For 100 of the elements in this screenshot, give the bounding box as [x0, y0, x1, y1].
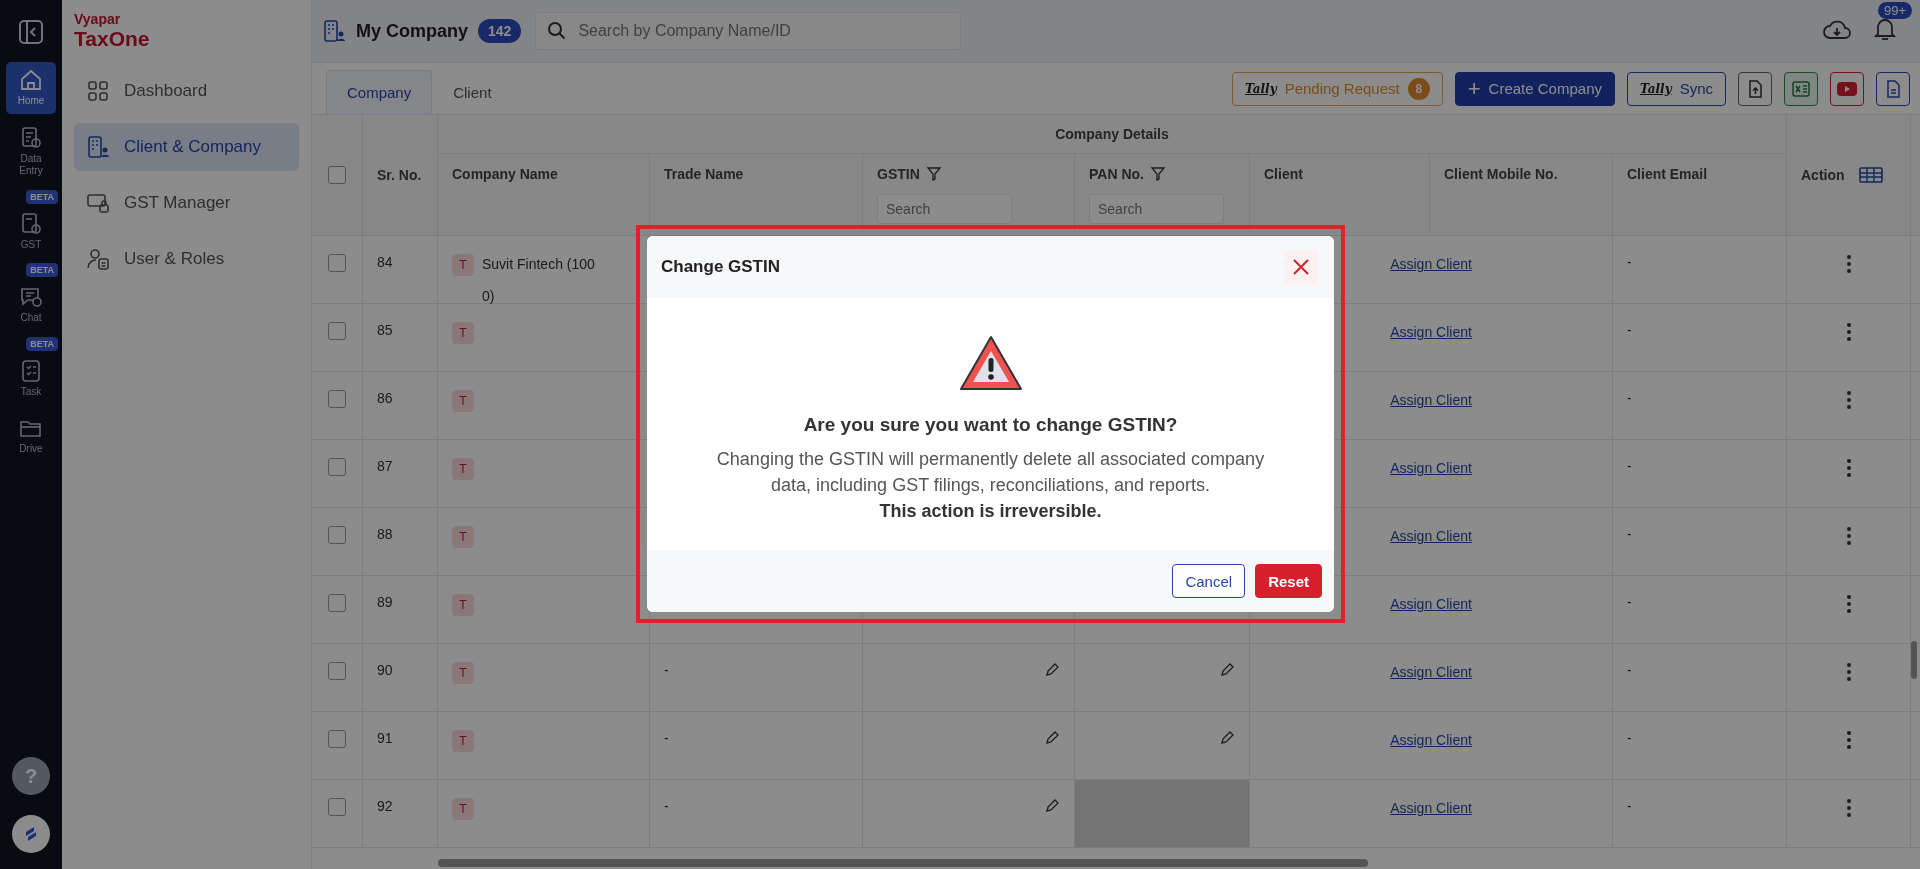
assign-client-link[interactable]: Assign Client — [1390, 392, 1472, 408]
row-checkbox[interactable] — [328, 254, 346, 272]
grid-icon — [86, 79, 110, 103]
company-avatar: T — [452, 526, 474, 548]
table-cell: 88 — [377, 526, 393, 542]
user-document-icon — [86, 247, 110, 271]
company-avatar: T — [452, 594, 474, 616]
pencil-icon[interactable] — [1219, 662, 1235, 678]
column-header: Client — [1264, 166, 1303, 182]
company-avatar: T — [452, 390, 474, 412]
filter-icon[interactable] — [925, 166, 942, 182]
column-header: Client Email — [1627, 166, 1708, 182]
spreadsheet-icon — [1791, 78, 1811, 99]
sidebar-item[interactable]: GST Manager — [74, 179, 299, 227]
sidebar-item[interactable]: Client & Company — [74, 123, 299, 171]
assign-client-link[interactable]: Assign Client — [1390, 324, 1472, 340]
sidebar-item[interactable]: User & Roles — [74, 235, 299, 283]
more-options-icon[interactable] — [1845, 254, 1852, 274]
pending-request-button[interactable]: Tally Pending Request 8 — [1232, 71, 1443, 106]
brand-name: Vyapar — [74, 12, 122, 26]
pencil-icon[interactable] — [1044, 662, 1060, 678]
row-checkbox[interactable] — [328, 526, 346, 544]
assign-client-link[interactable]: Assign Client — [1390, 732, 1472, 748]
table-cell: 87 — [377, 458, 393, 474]
table-cell: - — [1627, 730, 1632, 746]
scrollbar-thumb[interactable] — [1911, 641, 1917, 679]
tab[interactable]: Client — [432, 70, 513, 114]
column-search-field[interactable]: Search — [877, 194, 1012, 224]
company-name-text: Suvit Fintech (100 — [482, 256, 595, 272]
pencil-icon[interactable] — [1219, 730, 1235, 746]
table-cell: - — [1627, 390, 1632, 406]
tab[interactable]: Company — [326, 70, 433, 114]
table-cell: - — [664, 730, 669, 746]
table-cell: - — [1627, 458, 1632, 474]
row-checkbox[interactable] — [328, 662, 346, 680]
row-checkbox[interactable] — [328, 730, 346, 748]
more-options-icon[interactable] — [1845, 458, 1852, 478]
table-cell: - — [664, 662, 669, 678]
beta-badge: BETA — [26, 189, 58, 204]
table-cell: - — [1627, 322, 1632, 338]
column-header: PAN No. — [1089, 166, 1144, 182]
close-icon — [1292, 258, 1310, 276]
table-cell: - — [1627, 526, 1632, 542]
assign-client-link[interactable]: Assign Client — [1390, 256, 1472, 272]
more-options-icon[interactable] — [1845, 526, 1852, 546]
building-person-icon — [322, 19, 346, 43]
assign-client-link[interactable]: Assign Client — [1390, 528, 1472, 544]
more-options-icon[interactable] — [1845, 662, 1852, 682]
assign-client-link[interactable]: Assign Client — [1390, 460, 1472, 476]
assign-client-link[interactable]: Assign Client — [1390, 800, 1472, 816]
document-button[interactable] — [1876, 71, 1910, 106]
table-settings-icon[interactable] — [1858, 166, 1883, 184]
more-options-icon[interactable] — [1845, 798, 1852, 818]
close-button[interactable] — [1284, 250, 1318, 284]
company-search-field[interactable]: Search by Company Name/ID — [535, 12, 962, 50]
more-options-icon[interactable] — [1845, 730, 1852, 750]
company-count-badge: 142 — [478, 19, 522, 43]
column-header: Action — [1801, 167, 1845, 183]
table-cell: 91 — [377, 730, 393, 746]
pencil-icon[interactable] — [1044, 798, 1060, 814]
app-logo-icon[interactable] — [12, 815, 50, 853]
rail-nav-item[interactable]: Home — [6, 62, 56, 114]
rail-nav-item[interactable]: Task — [6, 352, 56, 404]
checklist-icon — [19, 358, 43, 383]
column-header: Sr. No. — [377, 167, 422, 183]
row-checkbox[interactable] — [328, 390, 346, 408]
row-checkbox[interactable] — [328, 594, 346, 612]
table-cell: 92 — [377, 798, 393, 814]
video-button[interactable] — [1830, 71, 1864, 106]
column-header: Trade Name — [664, 166, 744, 182]
play-icon — [1836, 80, 1858, 97]
upload-file-button[interactable] — [1738, 71, 1772, 106]
assign-client-link[interactable]: Assign Client — [1390, 664, 1472, 680]
create-company-button[interactable]: + Create Company — [1454, 71, 1615, 106]
rail-nav-item[interactable]: Data Entry — [6, 119, 56, 184]
rail-nav-item[interactable]: GST — [6, 205, 56, 257]
more-options-icon[interactable] — [1845, 390, 1852, 410]
beta-badge: BETA — [26, 336, 58, 351]
row-checkbox[interactable] — [328, 458, 346, 476]
filter-icon[interactable] — [1149, 166, 1166, 182]
more-options-icon[interactable] — [1845, 322, 1852, 342]
reset-button[interactable]: Reset — [1255, 564, 1322, 599]
card-lock-icon — [86, 191, 110, 215]
pencil-icon[interactable] — [1044, 730, 1060, 746]
column-header: GSTIN — [877, 166, 920, 182]
excel-export-button[interactable] — [1784, 71, 1818, 106]
rail-nav-item[interactable]: Chat — [6, 279, 56, 331]
row-checkbox[interactable] — [328, 322, 346, 340]
company-avatar: T — [452, 798, 474, 820]
sidebar-item[interactable]: Dashboard — [74, 67, 299, 115]
column-search-field[interactable]: Search — [1089, 194, 1224, 224]
cancel-button[interactable]: Cancel — [1172, 564, 1246, 599]
scrollbar-thumb[interactable] — [438, 859, 1368, 867]
assign-client-link[interactable]: Assign Client — [1390, 596, 1472, 612]
row-checkbox[interactable] — [328, 798, 346, 816]
more-options-icon[interactable] — [1845, 594, 1852, 614]
company-name-text: 0) — [482, 288, 496, 304]
rail-nav-item[interactable]: Drive — [6, 410, 56, 462]
select-all-checkbox[interactable] — [328, 166, 346, 184]
sync-button[interactable]: Tally Sync — [1627, 71, 1726, 106]
